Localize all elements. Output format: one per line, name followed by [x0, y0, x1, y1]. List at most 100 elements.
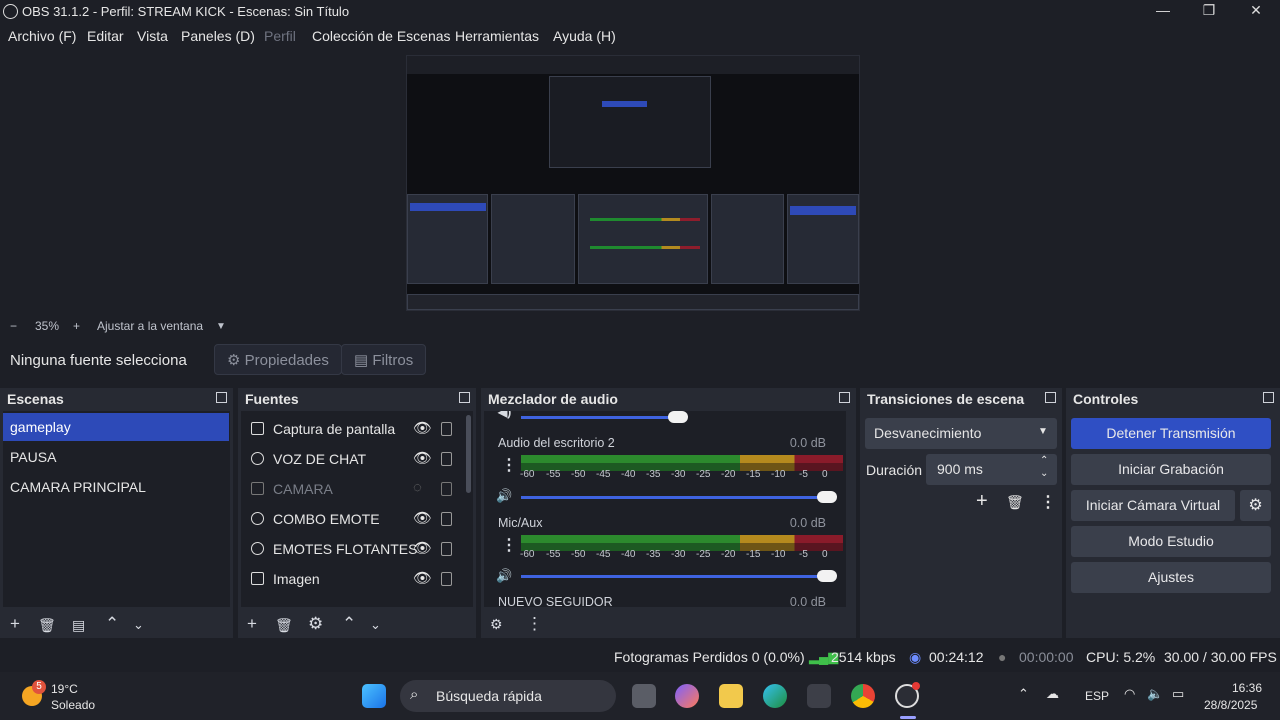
transition-select[interactable]: Desvanecimiento ▼	[865, 418, 1057, 449]
lock-icon[interactable]	[441, 572, 452, 586]
source-move-down-button[interactable]: ⌄	[370, 617, 381, 633]
lock-icon[interactable]	[441, 512, 452, 526]
volume-icon[interactable]: 🔈	[1147, 686, 1163, 702]
scene-item-pausa[interactable]: PAUSA	[3, 443, 229, 471]
search-box[interactable]: ⌕ Búsqueda rápida	[400, 680, 616, 712]
clock-date[interactable]: 28/8/2025	[1204, 698, 1257, 712]
close-button[interactable]: ✕	[1233, 2, 1279, 22]
preview-canvas[interactable]	[406, 55, 860, 311]
source-row[interactable]: EMOTES FLOTANTES 👁	[241, 534, 463, 564]
eye-icon[interactable]: 👁	[413, 569, 432, 587]
volume-knob[interactable]	[817, 570, 837, 582]
menu-vista[interactable]: Vista	[137, 28, 168, 44]
source-row[interactable]: Captura de pantalla 👁	[241, 414, 463, 444]
settings-button[interactable]: Ajustes	[1071, 562, 1271, 593]
scene-item-gameplay[interactable]: gameplay	[3, 413, 229, 441]
menu-paneles[interactable]: Paneles (D)	[181, 28, 255, 44]
lock-icon[interactable]	[441, 482, 452, 496]
source-move-up-button[interactable]: ⌃	[342, 614, 356, 634]
clock-time[interactable]: 16:36	[1232, 681, 1262, 695]
remove-transition-button[interactable]: 🗑	[1006, 494, 1024, 511]
windows-start-icon[interactable]	[362, 684, 386, 708]
lock-icon[interactable]	[441, 452, 452, 466]
volume-slider[interactable]	[521, 416, 681, 419]
zoom-fit-label[interactable]: Ajustar a la ventana	[97, 319, 203, 333]
undock-icon[interactable]	[216, 392, 227, 403]
eye-hidden-icon[interactable]: ◌	[413, 479, 422, 496]
eye-icon[interactable]: 👁	[413, 509, 432, 527]
menu-perfil[interactable]: Perfil	[264, 28, 296, 44]
undock-icon[interactable]	[1263, 392, 1274, 403]
undock-icon[interactable]	[459, 392, 470, 403]
fps: 30.00 / 30.00 FPS	[1164, 649, 1277, 665]
lock-icon[interactable]	[441, 422, 452, 436]
chrome-icon[interactable]	[851, 684, 875, 708]
eye-icon[interactable]: 👁	[413, 449, 432, 467]
volume-knob[interactable]	[817, 491, 837, 503]
stream-time: 00:24:12	[929, 649, 984, 665]
move-up-button[interactable]: ⌃	[105, 614, 119, 634]
start-recording-button[interactable]: Iniciar Grabación	[1071, 454, 1271, 485]
source-row[interactable]: VOZ DE CHAT 👁	[241, 444, 463, 474]
minimize-button[interactable]: —	[1140, 2, 1186, 22]
remove-scene-button[interactable]: 🗑	[38, 617, 56, 634]
move-down-button[interactable]: ⌄	[133, 617, 144, 633]
onedrive-icon[interactable]: ☁	[1046, 686, 1059, 702]
menu-herramientas[interactable]: Herramientas	[455, 28, 539, 44]
volume-knob[interactable]	[668, 411, 688, 423]
transition-menu-icon[interactable]: ⋮	[1040, 492, 1056, 512]
source-row[interactable]: CAMARA ◌	[241, 474, 463, 504]
undock-icon[interactable]	[839, 392, 850, 403]
lock-icon[interactable]	[441, 542, 452, 556]
sources-scrollbar[interactable]	[466, 415, 471, 493]
source-properties-gear-icon[interactable]: ⚙	[308, 614, 323, 634]
duration-spinbox[interactable]: 900 ms ⌃ ⌄	[926, 454, 1057, 485]
eye-icon[interactable]: 👁	[413, 539, 432, 557]
chevron-down-icon[interactable]: ⌄	[1040, 468, 1048, 479]
virtual-camera-gear-icon[interactable]: ⚙	[1240, 490, 1271, 521]
zoom-dropdown-chevron-icon[interactable]: ▼	[216, 321, 226, 332]
volume-slider[interactable]	[521, 496, 831, 499]
add-source-button[interactable]: +	[247, 614, 257, 634]
menu-coleccion-escenas[interactable]: Colección de Escenas	[312, 28, 451, 44]
studio-mode-button[interactable]: Modo Estudio	[1071, 526, 1271, 557]
menu-archivo[interactable]: Archivo (F)	[8, 28, 76, 44]
advanced-audio-gear-icon[interactable]: ⚙	[490, 616, 503, 633]
volume-slider[interactable]	[521, 575, 831, 578]
speaker-icon[interactable]: 🔊	[496, 568, 512, 584]
source-row[interactable]: COMBO EMOTE 👁	[241, 504, 463, 534]
channel-menu-icon[interactable]: ⋮	[501, 535, 517, 555]
battery-icon[interactable]: ▭	[1172, 686, 1184, 702]
undock-icon[interactable]	[1045, 392, 1056, 403]
add-scene-button[interactable]: +	[10, 614, 20, 634]
file-explorer-icon[interactable]	[719, 684, 743, 708]
channel-menu-icon[interactable]: ⋮	[501, 455, 517, 475]
eye-icon[interactable]: 👁	[413, 419, 432, 437]
chevron-up-icon[interactable]: ⌃	[1018, 686, 1029, 702]
copilot-icon[interactable]	[675, 684, 699, 708]
wifi-icon[interactable]: ◠	[1124, 686, 1135, 702]
edge-icon[interactable]	[763, 684, 787, 708]
task-view-icon[interactable]	[632, 684, 656, 708]
chevron-down-icon: ▼	[1038, 426, 1048, 437]
add-transition-button[interactable]: +	[976, 490, 988, 513]
speaker-icon[interactable]: 🔊	[496, 488, 512, 504]
maximize-button[interactable]: ❐	[1186, 2, 1232, 22]
scene-filters-button[interactable]: ▤	[72, 617, 85, 634]
zoom-out-button[interactable]: −	[10, 319, 17, 333]
scene-item-camara-principal[interactable]: CAMARA PRINCIPAL	[3, 473, 229, 501]
language-indicator[interactable]: ESP	[1085, 689, 1109, 703]
mixer-menu-icon[interactable]: ⋮	[526, 614, 543, 634]
stop-stream-button[interactable]: Detener Transmisión	[1071, 418, 1271, 449]
store-icon[interactable]	[807, 684, 831, 708]
filters-button[interactable]: ▤ Filtros	[341, 344, 427, 375]
speaker-icon[interactable]: ◀)	[498, 411, 511, 419]
remove-source-button[interactable]: 🗑	[275, 617, 293, 634]
properties-button[interactable]: ⚙ Propiedades	[214, 344, 342, 375]
start-virtual-camera-button[interactable]: Iniciar Cámara Virtual	[1071, 490, 1235, 521]
zoom-in-button[interactable]: +	[73, 319, 80, 333]
menu-editar[interactable]: Editar	[87, 28, 124, 44]
menu-ayuda[interactable]: Ayuda (H)	[553, 28, 616, 44]
source-row[interactable]: Imagen 👁	[241, 564, 463, 594]
chevron-up-icon[interactable]: ⌃	[1040, 455, 1048, 466]
